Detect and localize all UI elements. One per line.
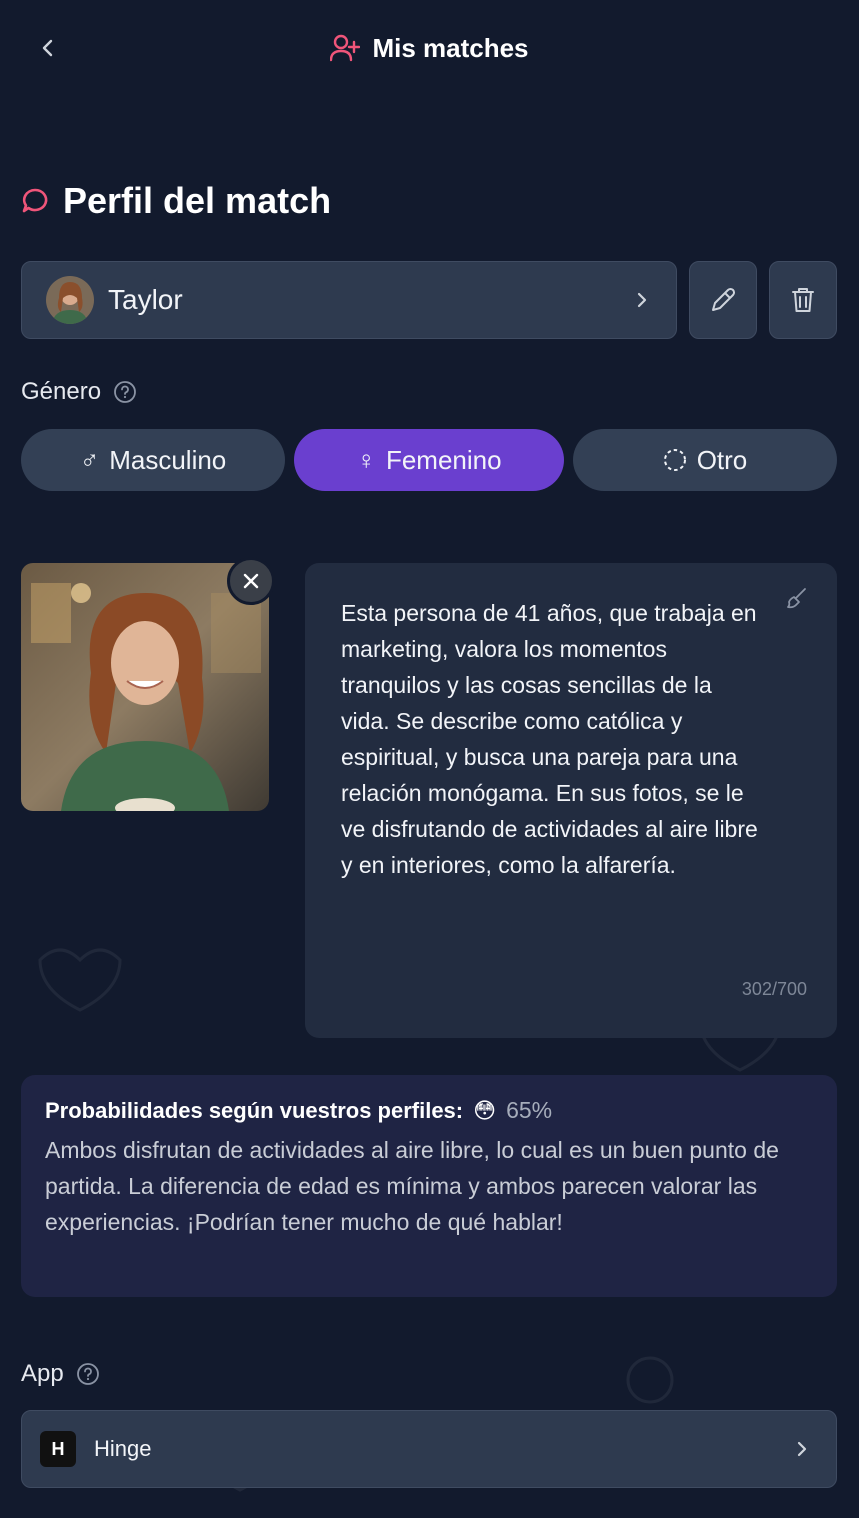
avatar xyxy=(46,276,94,324)
section-heading: Perfil del match xyxy=(21,180,331,222)
profile-photo[interactable] xyxy=(21,563,269,811)
dashed-circle-icon xyxy=(663,449,686,471)
female-icon: ♀ xyxy=(356,444,376,475)
app-label-row: App xyxy=(21,1360,100,1388)
app-name: Hinge xyxy=(94,1436,152,1461)
male-icon: ♂ xyxy=(79,444,100,475)
page-title: Mis matches xyxy=(372,32,529,63)
compatibility-percent: 65% xyxy=(506,1097,553,1123)
page-header: Mis matches xyxy=(0,30,859,66)
match-selector[interactable]: Taylor xyxy=(21,261,677,339)
gender-option-label: Otro xyxy=(696,444,748,475)
hinge-logo-icon: H xyxy=(40,1431,76,1467)
close-icon xyxy=(243,573,259,589)
compatibility-card: Probabilidades según vuestros perfiles: … xyxy=(21,1075,837,1297)
brush-icon xyxy=(787,588,806,609)
user-plus-icon xyxy=(330,34,361,62)
chevron-right-icon xyxy=(782,1439,822,1459)
help-icon[interactable] xyxy=(76,1362,100,1386)
gender-option-label: Masculino xyxy=(109,444,227,475)
match-name: Taylor xyxy=(108,284,183,315)
delete-button[interactable] xyxy=(769,261,837,339)
top-bar: Mis matches xyxy=(0,0,859,96)
gender-option-masculino[interactable]: ♂ Masculino xyxy=(21,429,285,491)
trash-icon xyxy=(792,288,814,312)
app-selector[interactable]: H Hinge xyxy=(21,1410,837,1488)
compatibility-header: Probabilidades según vuestros perfiles: … xyxy=(45,1097,813,1124)
gender-option-femenino[interactable]: ♀ Femenino xyxy=(294,429,564,491)
section-title: Perfil del match xyxy=(63,180,332,221)
compatibility-title: Probabilidades según vuestros perfiles: xyxy=(45,1097,464,1123)
gender-selector: ♂ Masculino ♀ Femenino Otro xyxy=(21,429,837,491)
gender-option-label: Femenino xyxy=(385,444,502,475)
app-label: App xyxy=(21,1360,64,1387)
description-card[interactable]: Esta persona de 41 años, que trabaja en … xyxy=(305,563,837,1038)
edit-button[interactable] xyxy=(689,261,757,339)
gender-label: Género xyxy=(21,378,102,405)
gender-option-otro[interactable]: Otro xyxy=(573,429,837,491)
pencil-icon xyxy=(712,287,736,311)
chat-bubble-icon xyxy=(22,188,48,213)
description-text: Esta persona de 41 años, que trabaja en … xyxy=(341,600,758,878)
character-count: 302/700 xyxy=(741,979,807,999)
chevron-right-icon xyxy=(622,290,662,310)
remove-photo-button[interactable] xyxy=(227,557,275,605)
compatibility-text: Ambos disfrutan de actividades al aire l… xyxy=(45,1137,779,1235)
brush-button[interactable] xyxy=(783,585,811,613)
flushed-face-icon: 😳 xyxy=(473,1097,497,1123)
gender-label-row: Género xyxy=(21,378,137,406)
help-icon[interactable] xyxy=(113,380,137,404)
